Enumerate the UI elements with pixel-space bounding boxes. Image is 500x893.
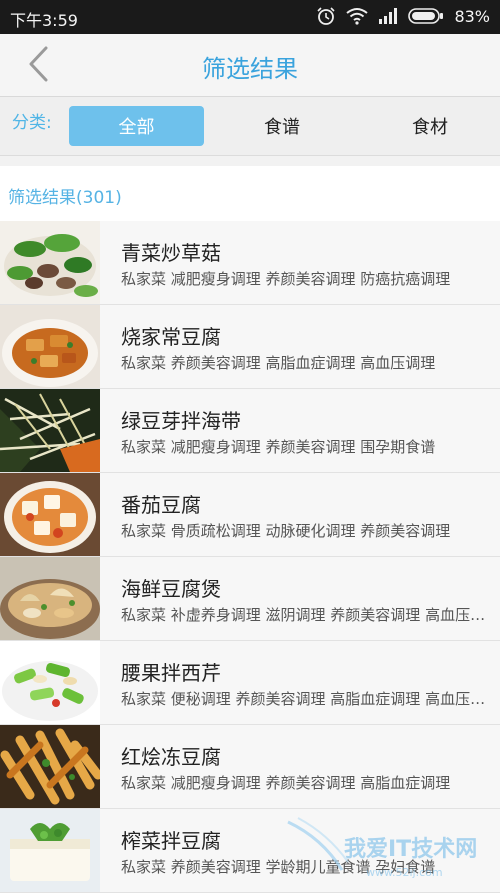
status-bar: 下午3:59 83% <box>0 0 500 34</box>
signal-icon <box>378 8 398 24</box>
alarm-icon <box>316 6 336 26</box>
filter-tab-all[interactable]: 全部 <box>69 106 204 146</box>
results-list: 青菜炒草菇 私家菜 减肥瘦身调理 养颜美容调理 防癌抗癌调理 烧家常豆腐 私家菜… <box>0 221 500 893</box>
battery-icon <box>408 8 444 24</box>
results-header: 筛选结果(301) <box>0 166 500 221</box>
list-item[interactable]: 红烩冻豆腐 私家菜 减肥瘦身调理 养颜美容调理 高脂血症调理 <box>0 725 500 809</box>
list-item[interactable]: 青菜炒草菇 私家菜 减肥瘦身调理 养颜美容调理 防癌抗癌调理 <box>0 221 500 305</box>
dish-tags: 私家菜 养颜美容调理 高脂血症调理 高血压调理 <box>121 354 436 372</box>
page-title: 筛选结果 <box>202 55 298 83</box>
dish-tags: 私家菜 减肥瘦身调理 养颜美容调理 防癌抗癌调理 <box>121 270 451 288</box>
dish-title: 榨菜拌豆腐 <box>121 829 221 853</box>
list-item[interactable]: 腰果拌西芹 私家菜 便秘调理 养颜美容调理 高脂血症调理 高血压调理 <box>0 641 500 725</box>
dish-thumbnail <box>0 221 100 304</box>
list-item[interactable]: 烧家常豆腐 私家菜 养颜美容调理 高脂血症调理 高血压调理 <box>0 305 500 389</box>
list-item[interactable]: 绿豆芽拌海带 私家菜 减肥瘦身调理 养颜美容调理 围孕期食谱 <box>0 389 500 473</box>
dish-tags: 私家菜 补虚养身调理 滋阴调理 养颜美容调理 高血压调理 <box>121 606 493 624</box>
list-item[interactable]: 榨菜拌豆腐 私家菜 养颜美容调理 学龄期儿童食谱 孕妇食谱 <box>0 809 500 893</box>
status-icons: 83% <box>316 6 490 26</box>
dish-tags: 私家菜 养颜美容调理 学龄期儿童食谱 孕妇食谱 <box>121 858 436 876</box>
dish-title: 青菜炒草菇 <box>121 241 221 265</box>
dish-thumbnail <box>0 557 100 640</box>
status-time: 下午3:59 <box>10 11 78 30</box>
filter-tab-ingredients[interactable]: 食材 <box>360 106 500 146</box>
list-item[interactable]: 番茄豆腐 私家菜 骨质疏松调理 动脉硬化调理 养颜美容调理 <box>0 473 500 557</box>
dish-thumbnail <box>0 305 100 388</box>
dish-thumbnail <box>0 725 100 808</box>
dish-tags: 私家菜 减肥瘦身调理 养颜美容调理 围孕期食谱 <box>121 438 436 456</box>
wifi-icon <box>346 7 369 25</box>
filter-bar: 分类: 全部 食谱 食材 <box>0 97 500 156</box>
dish-title: 绿豆芽拌海带 <box>121 409 241 433</box>
dish-thumbnail <box>0 473 100 556</box>
battery-percent: 83% <box>454 6 490 26</box>
filter-label: 分类: <box>12 113 52 133</box>
dish-tags: 私家菜 便秘调理 养颜美容调理 高脂血症调理 高血压调理 <box>121 690 493 708</box>
nav-bar: 筛选结果 <box>0 34 500 97</box>
dish-thumbnail <box>0 641 100 724</box>
dish-thumbnail <box>0 389 100 472</box>
dish-title: 海鲜豆腐煲 <box>121 577 221 601</box>
dish-tags: 私家菜 减肥瘦身调理 养颜美容调理 高脂血症调理 <box>121 774 451 792</box>
dish-title: 腰果拌西芹 <box>121 661 221 685</box>
list-item[interactable]: 海鲜豆腐煲 私家菜 补虚养身调理 滋阴调理 养颜美容调理 高血压调理 <box>0 557 500 641</box>
filter-tab-recipes[interactable]: 食谱 <box>212 106 352 146</box>
results-count: 筛选结果(301) <box>8 188 122 208</box>
dish-tags: 私家菜 骨质疏松调理 动脉硬化调理 养颜美容调理 <box>121 522 451 540</box>
dish-title: 烧家常豆腐 <box>121 325 221 349</box>
dish-thumbnail <box>0 809 100 892</box>
dish-title: 红烩冻豆腐 <box>121 745 221 769</box>
dish-title: 番茄豆腐 <box>121 493 201 517</box>
